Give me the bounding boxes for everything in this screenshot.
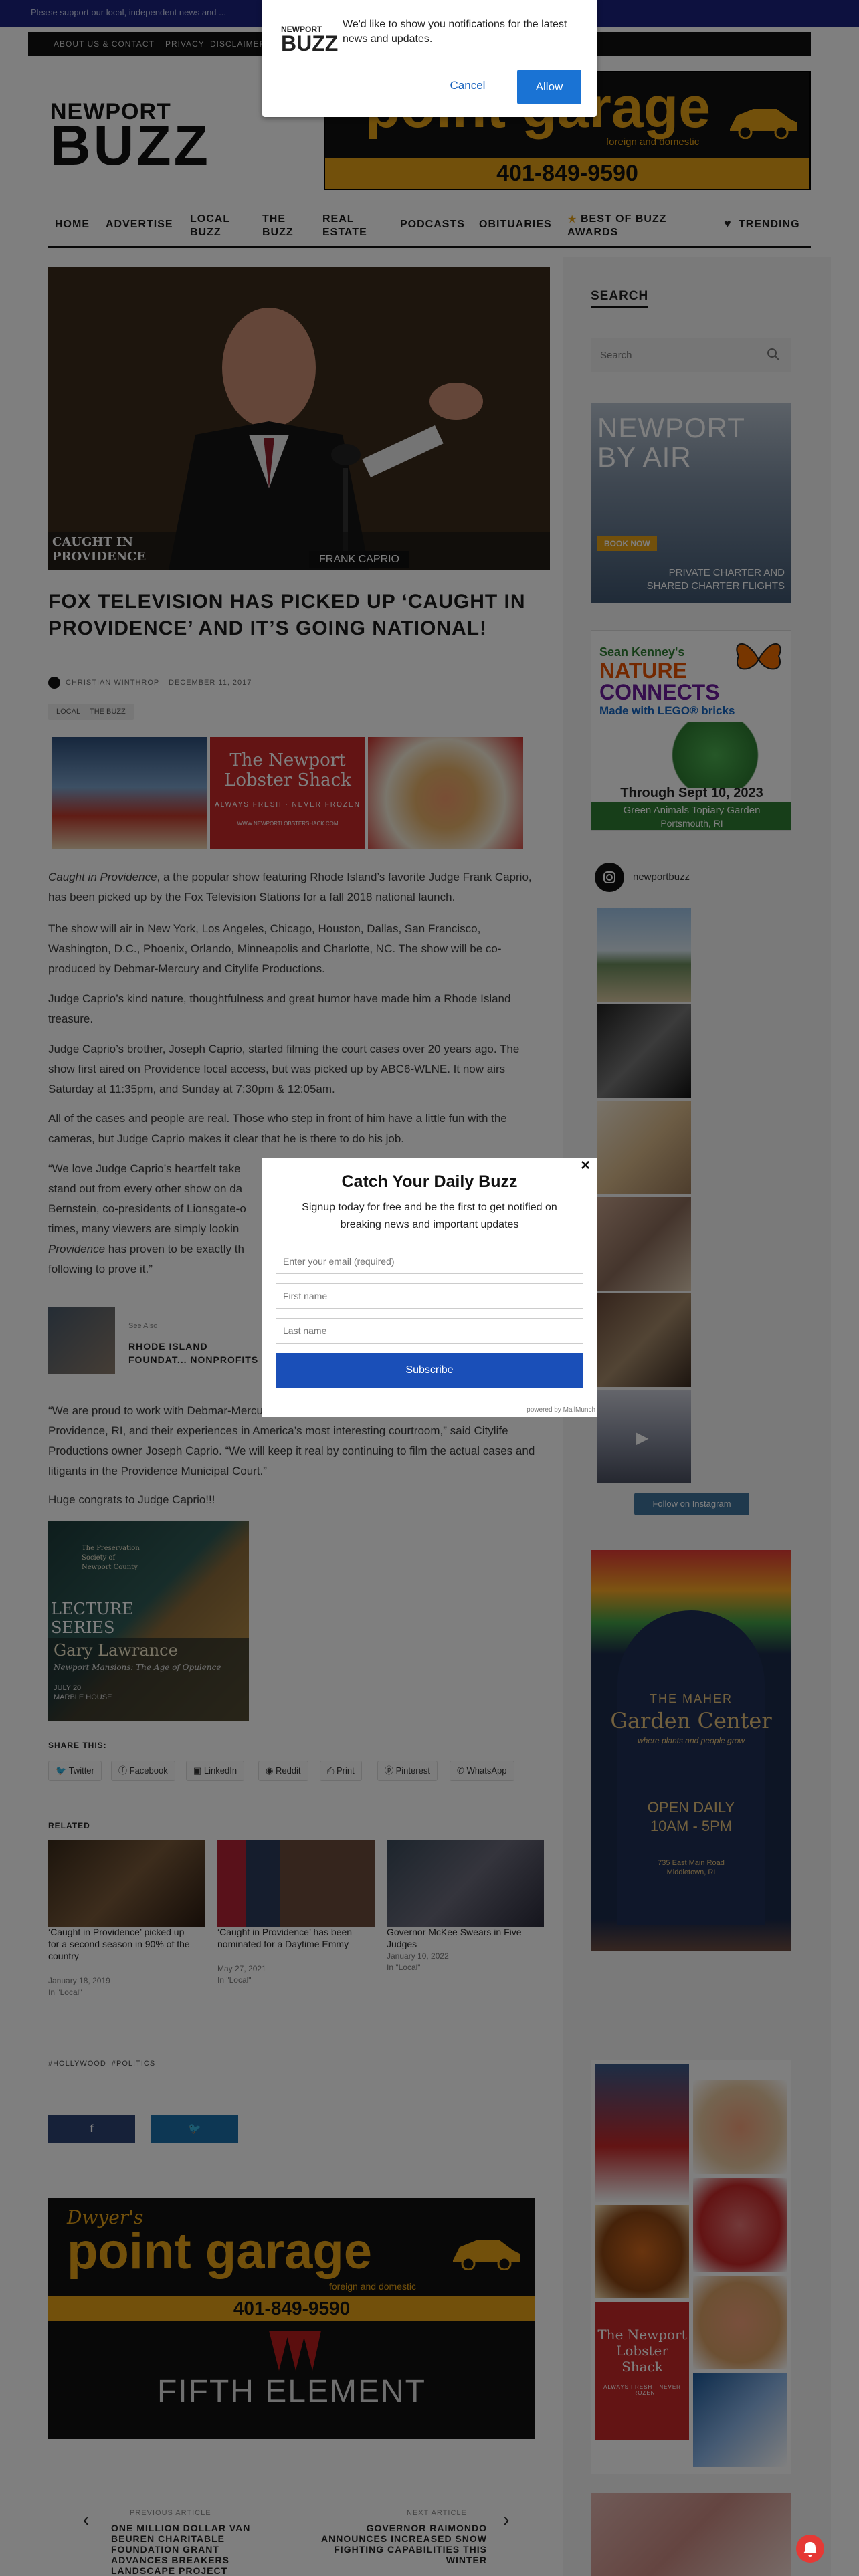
notification-allow-button[interactable]: Allow (517, 70, 581, 104)
powered-by[interactable]: powered by MailMunch (516, 1406, 595, 1414)
popup-title: Catch Your Daily Buzz (341, 1172, 518, 1191)
notification-text: We'd like to show you notifications for … (343, 19, 567, 45)
notification-logo-line2: BUZZ (281, 31, 339, 56)
subscribe-popup: × Catch Your Daily Buzz Signup today for… (262, 1156, 597, 1417)
notification-logo: NEWPORT BUZZ (281, 25, 339, 66)
popup-description: Signup today for free and be the first t… (302, 1202, 557, 1230)
notification-prompt: NEWPORT BUZZ We'd like to show you notif… (262, 0, 597, 117)
email-field[interactable] (276, 1249, 583, 1274)
notification-cancel-button[interactable]: Cancel (438, 70, 498, 102)
chat-bubble-icon[interactable] (796, 2535, 824, 2563)
last-name-field[interactable] (276, 1318, 583, 1344)
subscribe-button[interactable]: Subscribe (276, 1353, 583, 1388)
first-name-field[interactable] (276, 1283, 583, 1309)
